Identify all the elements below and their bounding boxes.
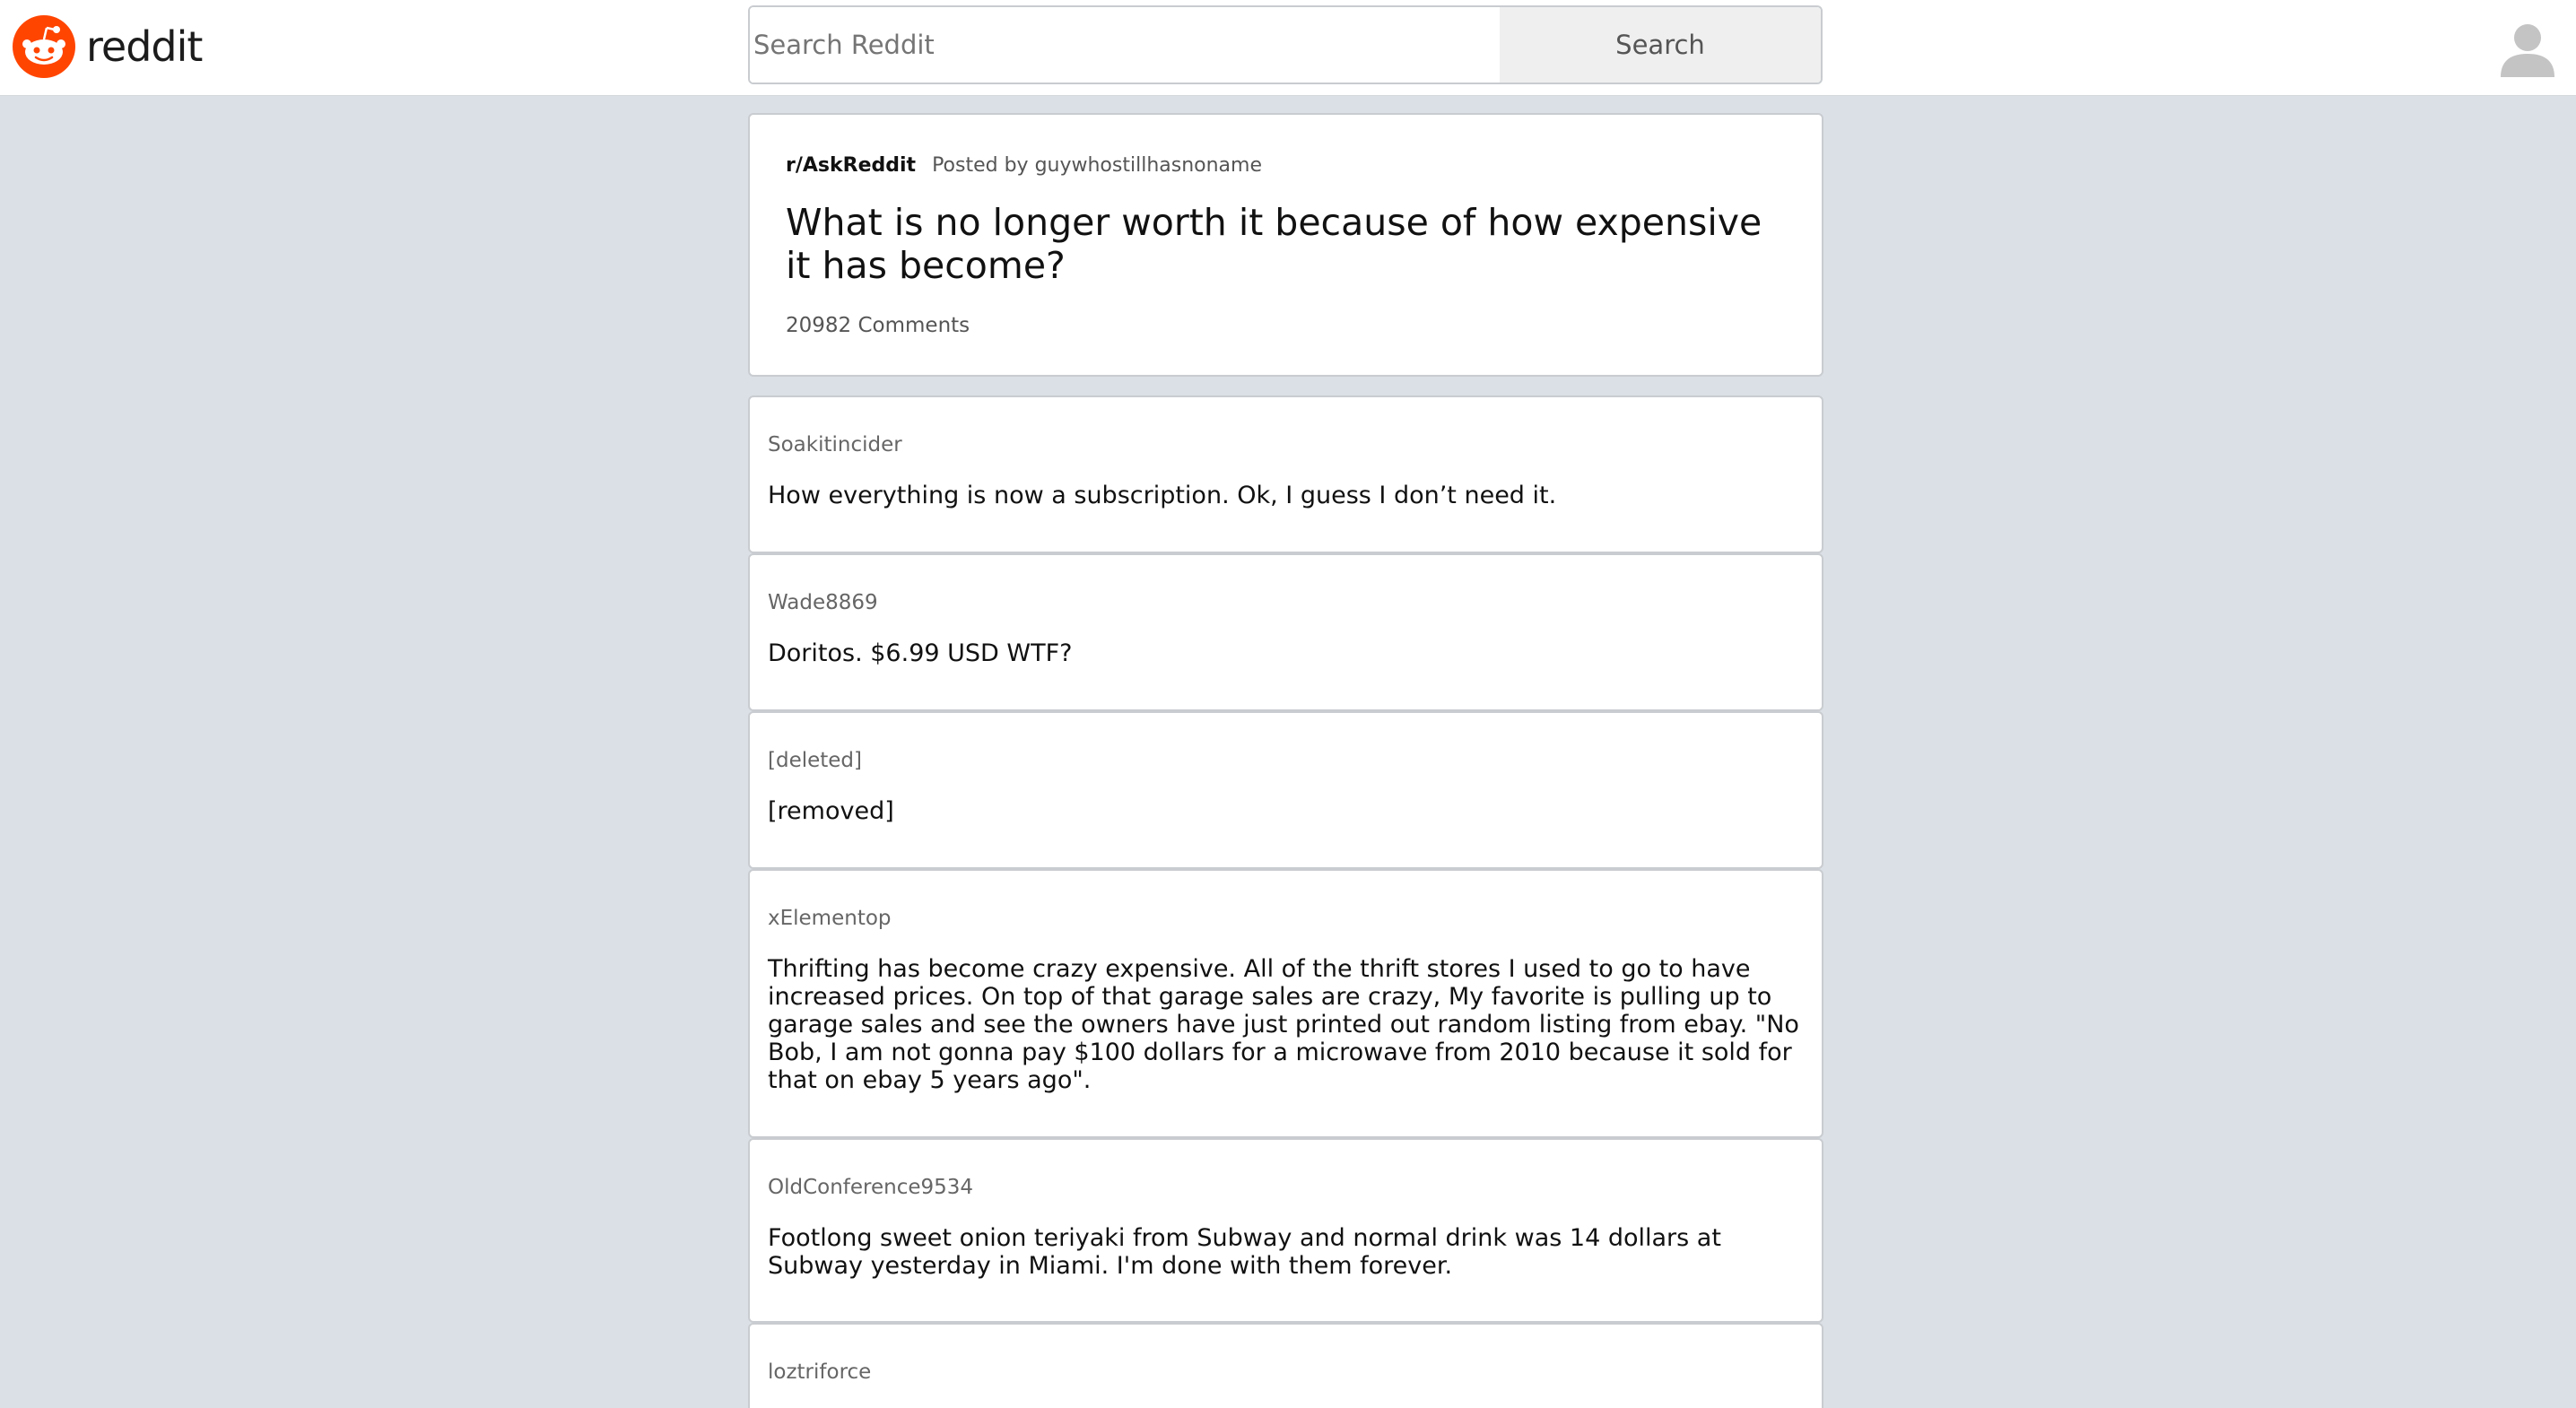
reddit-logo[interactable]: reddit [13,15,203,78]
comment-body: Footlong sweet onion teriyaki from Subwa… [768,1224,1721,1280]
reddit-wordmark: reddit [86,22,203,71]
top-navigation-bar: reddit Search [0,0,2576,96]
comment-card: Soakitincider How everything is now a su… [748,395,1823,553]
search-input[interactable] [750,7,1501,83]
comment-body: Doritos. $6.99 USD WTF? [768,639,1073,667]
user-avatar-icon[interactable] [2499,20,2556,77]
comment-card: OldConference9534 Footlong sweet onion t… [748,1138,1823,1323]
comment-card: Wade8869 Doritos. $6.99 USD WTF? [748,553,1823,711]
comment-author[interactable]: xElementop [768,907,892,930]
comments-count[interactable]: 20982 Comments [786,314,970,337]
comment-author[interactable]: OldConference9534 [768,1176,973,1199]
comment-card: xElementop Thrifting has become crazy ex… [748,869,1823,1138]
comment-card: loztriforce [748,1323,1823,1408]
comment-card: [deleted] [removed] [748,711,1823,869]
search-button[interactable]: Search [1500,7,1821,83]
search-bar: Search [748,5,1823,84]
post-title: What is no longer worth it because of ho… [786,201,1762,287]
comment-author[interactable]: Soakitincider [768,433,902,456]
comment-body: [removed] [768,797,894,825]
comment-author[interactable]: Wade8869 [768,591,878,614]
post-meta: r/AskReddit Posted by guywhostillhasnonam… [786,154,1262,177]
comment-author[interactable]: [deleted] [768,749,862,772]
comment-author[interactable]: loztriforce [768,1360,871,1384]
comment-body: How everything is now a subscription. Ok… [768,482,1557,509]
post-author[interactable]: Posted by guywhostillhasnoname [932,154,1262,177]
subreddit-link[interactable]: r/AskReddit [786,154,916,177]
comment-body: Thrifting has become crazy expensive. Al… [768,955,1799,1094]
reddit-snoo-icon [13,15,75,78]
post-card: r/AskReddit Posted by guywhostillhasnonam… [748,113,1823,377]
